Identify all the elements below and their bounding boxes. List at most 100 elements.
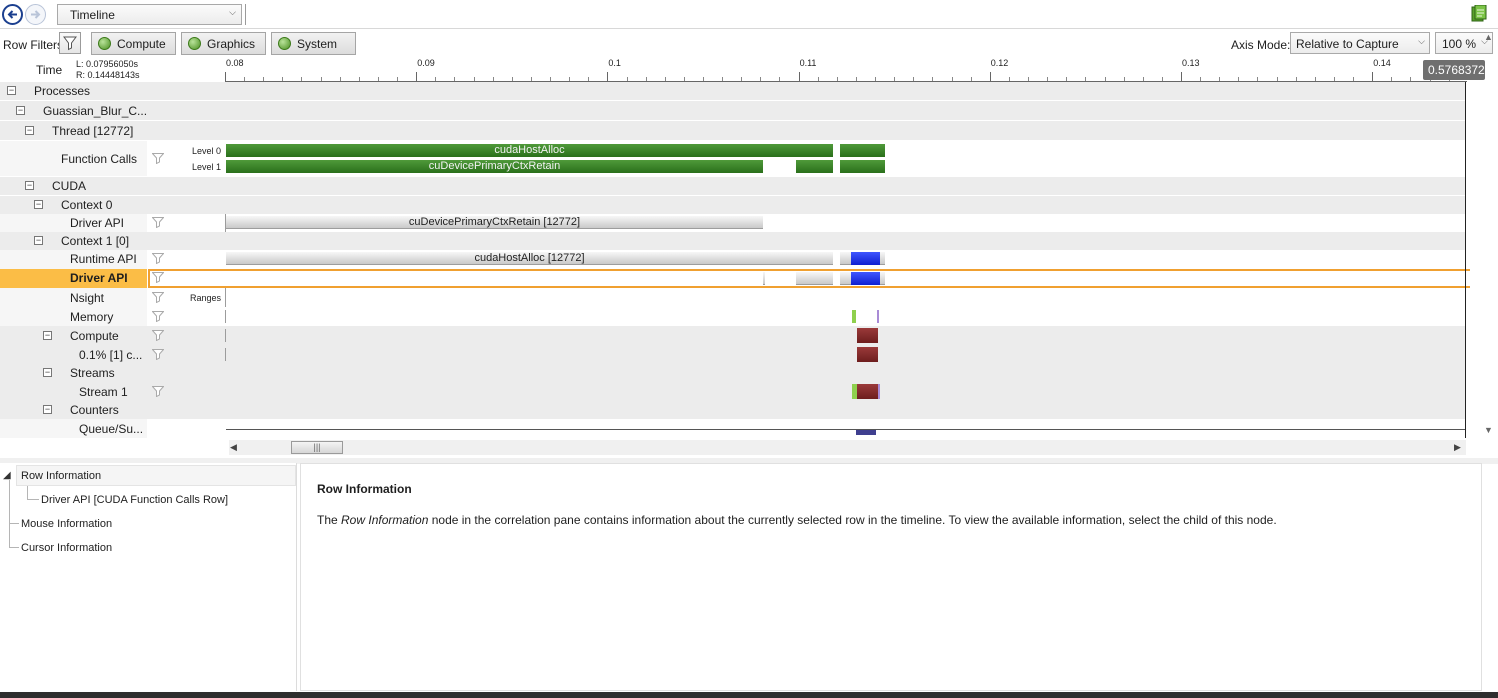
driver-api-bar[interactable] — [851, 272, 880, 285]
view-selector-value: Timeline — [70, 8, 115, 22]
track-start-line — [225, 329, 226, 342]
row-streams[interactable]: − Streams — [0, 364, 1470, 382]
row-track — [147, 401, 1465, 419]
check-icon — [278, 37, 291, 50]
collapse-icon[interactable]: − — [43, 331, 52, 340]
row-driver-api-selected[interactable]: Driver API — [0, 269, 1470, 288]
collapse-icon[interactable]: − — [34, 200, 43, 209]
back-arrow-icon[interactable] — [2, 4, 23, 25]
cursor-line[interactable] — [1465, 82, 1466, 438]
time-label: Time — [36, 63, 63, 77]
row-filter-icon[interactable] — [152, 386, 164, 397]
runtime-api-bar[interactable]: cudaHostAlloc [12772] — [226, 252, 833, 265]
row-counters[interactable]: − Counters — [0, 401, 1470, 419]
kernel-bar[interactable] — [857, 328, 878, 343]
row-function-calls[interactable]: Function Calls Level 0 Level 1 cudaHostA… — [0, 141, 1470, 176]
row-compute-kernel[interactable]: 0.1% [1] c... — [0, 345, 1470, 364]
tree-item-driver-api[interactable]: Driver API [CUDA Function Calls Row] — [41, 494, 228, 506]
ruler-tick-label: 0.09 — [417, 58, 435, 68]
function-call-bar[interactable]: cudaHostAlloc — [226, 144, 833, 157]
compute-filter-button[interactable]: Compute — [91, 32, 176, 55]
scroll-down-icon[interactable]: ▼ — [1484, 425, 1493, 435]
row-process[interactable]: − Guassian_Blur_C... — [0, 101, 1470, 120]
row-thread[interactable]: − Thread [12772] — [0, 121, 1470, 140]
collapse-icon[interactable]: − — [43, 405, 52, 414]
row-track — [147, 177, 1465, 195]
scroll-up-icon[interactable]: ▲ — [1484, 32, 1493, 42]
scrollbar-thumb[interactable]: ||| — [291, 441, 343, 454]
row-label: Thread [12772] — [52, 124, 134, 138]
scroll-left-icon[interactable]: ◀ — [230, 442, 237, 453]
row-filter-icon[interactable] — [152, 253, 164, 264]
kernel-bar[interactable] — [857, 347, 878, 362]
row-label: Queue/Su... — [79, 422, 144, 436]
row-compute[interactable]: − Compute — [0, 326, 1470, 345]
runtime-api-bar[interactable] — [851, 252, 880, 265]
info-text-end: node in the correlation pane contains in… — [428, 513, 1277, 527]
row-context0[interactable]: − Context 0 — [0, 196, 1470, 214]
axis-mode-value: Relative to Capture — [1296, 37, 1399, 51]
tree-connector — [9, 547, 19, 548]
document-icon[interactable] — [1471, 4, 1487, 23]
system-filter-label: System — [297, 36, 338, 51]
function-call-bar[interactable] — [840, 160, 885, 173]
function-call-bar[interactable] — [840, 144, 885, 157]
scroll-right-icon[interactable]: ▶ — [1454, 442, 1461, 453]
row-track — [147, 101, 1465, 120]
tree-connector — [27, 499, 39, 500]
row-queue[interactable]: Queue/Su... — [0, 419, 1470, 438]
memory-transfer-bar[interactable] — [852, 310, 856, 323]
row-processes[interactable]: − Processes — [0, 82, 1470, 100]
row-track — [147, 121, 1465, 140]
collapse-icon[interactable]: − — [34, 236, 43, 245]
row-filter-icon[interactable] — [152, 217, 164, 228]
row-cuda[interactable]: − CUDA — [0, 177, 1470, 195]
row-filter-icon[interactable] — [152, 311, 164, 322]
driver-api-bar[interactable]: cuDevicePrimaryCtxRetain [12772] — [226, 216, 763, 229]
tree-item-cursor-information[interactable]: Cursor Information — [21, 542, 112, 554]
tree-item-mouse-information[interactable]: Mouse Information — [21, 518, 112, 530]
row-track — [147, 196, 1465, 214]
filter-icon[interactable] — [59, 32, 81, 54]
view-selector-dropdown[interactable]: Timeline ⌵ — [57, 4, 242, 25]
row-nsight[interactable]: Nsight Ranges — [0, 288, 1470, 307]
row-track — [147, 232, 1465, 250]
collapse-icon[interactable]: − — [16, 106, 25, 115]
collapse-icon[interactable]: − — [43, 368, 52, 377]
collapse-icon[interactable]: − — [25, 181, 34, 190]
row-track — [147, 288, 1465, 307]
track-start-line — [225, 348, 226, 361]
row-driver-api-ctx0[interactable]: Driver API cuDevicePrimaryCtxRetain [127… — [0, 214, 1470, 232]
driver-api-bar[interactable] — [763, 272, 765, 285]
axis-mode-dropdown[interactable]: Relative to Capture ⌵ — [1290, 32, 1430, 54]
stream-bar[interactable] — [857, 384, 878, 399]
row-filter-icon[interactable] — [152, 292, 164, 303]
row-track — [147, 382, 1465, 401]
row-label: Counters — [70, 403, 119, 417]
system-filter-button[interactable]: System — [271, 32, 356, 55]
memory-transfer-bar[interactable] — [877, 310, 879, 323]
row-memory[interactable]: Memory — [0, 307, 1470, 326]
tree-item-row-information[interactable]: Row Information — [16, 465, 296, 486]
driver-api-bar[interactable] — [796, 272, 833, 285]
function-call-bar[interactable] — [796, 160, 833, 173]
stream-bar[interactable] — [878, 384, 880, 399]
row-filter-icon[interactable] — [152, 330, 164, 341]
collapse-icon[interactable]: − — [7, 86, 16, 95]
check-icon — [188, 37, 201, 50]
forward-arrow-icon[interactable] — [25, 4, 46, 25]
row-runtime-api[interactable]: Runtime API cudaHostAlloc [12772] — [0, 250, 1470, 269]
ruler-tick-label: 0.13 — [1182, 58, 1200, 68]
collapse-icon[interactable]: − — [25, 126, 34, 135]
row-label: Processes — [34, 84, 91, 98]
timeline-tree: − Processes − Guassian_Blur_C... − Threa… — [0, 82, 1470, 438]
graphics-filter-button[interactable]: Graphics — [181, 32, 266, 55]
row-filter-icon[interactable] — [152, 349, 164, 360]
function-call-bar[interactable]: cuDevicePrimaryCtxRetain — [226, 160, 763, 173]
row-filter-icon[interactable] — [152, 153, 164, 164]
horizontal-scrollbar[interactable] — [229, 440, 1466, 455]
row-stream1[interactable]: Stream 1 — [0, 382, 1470, 401]
row-context1[interactable]: − Context 1 [0] — [0, 232, 1470, 250]
level-label: Level 1 — [192, 162, 222, 172]
time-ruler[interactable]: 0.08 0.09 0.1 0.11 0.12 0.13 0.14 — [225, 56, 1467, 82]
